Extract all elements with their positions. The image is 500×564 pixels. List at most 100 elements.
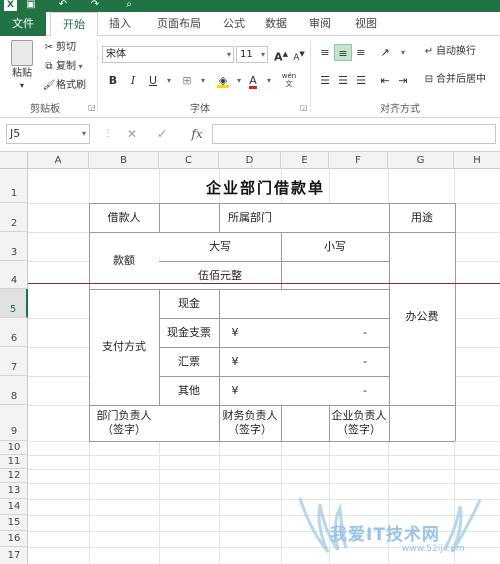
insert-function-button[interactable]: fx bbox=[186, 126, 208, 142]
font-size-combo[interactable]: 11 ▾ bbox=[236, 46, 268, 63]
merge-center-button[interactable]: ⊟ 合并后居中 bbox=[422, 72, 486, 88]
format-painter-button[interactable]: 🖌格式刷 bbox=[42, 78, 86, 94]
print-preview-icon[interactable]: ⌕ bbox=[122, 0, 136, 12]
column-header-h[interactable]: H bbox=[454, 152, 500, 169]
column-header-b[interactable]: B bbox=[89, 152, 159, 169]
merge-cells-icon: ⊟ bbox=[424, 74, 434, 85]
amount-uppercase-value[interactable]: 伍佰元整 bbox=[159, 269, 281, 282]
bold-button[interactable]: B bbox=[104, 72, 122, 89]
align-center-button[interactable]: ☰ bbox=[334, 72, 352, 89]
row-header-5[interactable]: 5 bbox=[0, 289, 28, 318]
column-header-c[interactable]: C bbox=[159, 152, 219, 169]
row-header-7[interactable]: 7 bbox=[0, 347, 28, 376]
chevron-down-icon[interactable]: ▾ bbox=[160, 72, 178, 89]
row-header-17[interactable]: 17 bbox=[0, 547, 28, 564]
enter-icon[interactable]: ✓ bbox=[154, 126, 170, 142]
row-header-6[interactable]: 6 bbox=[0, 318, 28, 347]
chevron-down-icon[interactable]: ▾ bbox=[394, 44, 412, 61]
column-header-a[interactable]: A bbox=[28, 152, 89, 169]
formula-input[interactable] bbox=[212, 124, 496, 144]
cut-button[interactable]: ✂ 剪切 bbox=[42, 40, 76, 56]
column-header-g[interactable]: G bbox=[388, 152, 454, 169]
clipboard-icon bbox=[11, 40, 33, 66]
tab-review[interactable]: 审阅 bbox=[300, 12, 340, 36]
wrap-text-button[interactable]: ↵ 自动换行 bbox=[422, 44, 476, 60]
row-header-13[interactable]: 13 bbox=[0, 483, 28, 499]
phonetic-guide-button[interactable]: wén 文 bbox=[280, 72, 298, 89]
undo-icon[interactable]: ↶ bbox=[56, 0, 70, 12]
row-header-3[interactable]: 3 bbox=[0, 232, 28, 261]
save-icon[interactable]: ▣ bbox=[24, 0, 38, 12]
chevron-down-icon[interactable]: ▾ bbox=[194, 72, 212, 89]
grow-font-button[interactable]: A▲ bbox=[272, 46, 290, 64]
copy-icon: ⧉ bbox=[45, 61, 53, 72]
cash-check-label: 现金支票 bbox=[167, 326, 211, 339]
row-header-1[interactable]: 1 bbox=[0, 169, 28, 203]
paint-bucket-icon: ◈ bbox=[217, 74, 229, 88]
gridline bbox=[28, 455, 500, 456]
column-headers: A B C D E F G H bbox=[0, 152, 500, 169]
increase-indent-button[interactable]: ⇥ bbox=[394, 72, 412, 89]
tab-formulas[interactable]: 公式 bbox=[214, 12, 254, 36]
tab-page-layout[interactable]: 页面布局 bbox=[146, 12, 212, 36]
font-name-combo[interactable]: 宋体 ▾ bbox=[102, 46, 234, 63]
orientation-icon[interactable]: ↗ bbox=[376, 44, 394, 61]
form-border bbox=[89, 441, 455, 442]
excel-app-icon[interactable]: X bbox=[4, 0, 17, 11]
align-left-button[interactable]: ☰ bbox=[316, 72, 334, 89]
tab-data[interactable]: 数据 bbox=[256, 12, 296, 36]
finance-head-sign: （签字） bbox=[228, 423, 272, 436]
gridline bbox=[28, 483, 500, 484]
form-border bbox=[89, 203, 455, 204]
chevron-down-icon: ▾ bbox=[19, 81, 24, 90]
scissors-icon: ✂ bbox=[44, 42, 54, 53]
column-header-e[interactable]: E bbox=[281, 152, 329, 169]
borrower-label: 借款人 bbox=[107, 211, 141, 224]
row-header-15[interactable]: 15 bbox=[0, 515, 28, 531]
column-header-f[interactable]: F bbox=[329, 152, 388, 169]
row-header-10[interactable]: 10 bbox=[0, 441, 28, 455]
yen-symbol: ¥ bbox=[231, 384, 239, 397]
row-header-16[interactable]: 16 bbox=[0, 531, 28, 547]
row-header-8[interactable]: 8 bbox=[0, 376, 28, 405]
company-head-label: 企业负责人 bbox=[331, 409, 387, 422]
yen-symbol: ¥ bbox=[231, 355, 239, 368]
row-header-12[interactable]: 12 bbox=[0, 469, 28, 483]
italic-button[interactable]: I bbox=[124, 72, 142, 89]
row-header-2[interactable]: 2 bbox=[0, 203, 28, 232]
form-border bbox=[89, 203, 90, 441]
clipboard-launcher-icon[interactable]: ◲ bbox=[88, 103, 96, 112]
tab-home[interactable]: 开始 bbox=[50, 12, 98, 37]
cancel-icon[interactable]: ✕ bbox=[124, 126, 140, 142]
align-top-button[interactable]: ≡ bbox=[316, 44, 334, 61]
decrease-indent-button[interactable]: ⇤ bbox=[376, 72, 394, 89]
copy-button[interactable]: ⧉ 复制 ▾ bbox=[42, 59, 82, 75]
form-border bbox=[281, 405, 282, 441]
name-box[interactable]: J5 ▾ bbox=[6, 124, 90, 144]
form-border bbox=[89, 232, 455, 233]
yen-symbol: ¥ bbox=[231, 326, 239, 339]
align-bottom-button[interactable]: ≡ bbox=[352, 44, 370, 61]
align-right-button[interactable]: ☰ bbox=[352, 72, 370, 89]
chevron-down-icon: ▾ bbox=[260, 50, 265, 59]
tab-insert[interactable]: 插入 bbox=[100, 12, 140, 36]
lowercase-label: 小写 bbox=[324, 240, 346, 253]
site-watermark: 我爱IT技术网 www.52ij.com bbox=[280, 490, 500, 564]
tab-file[interactable]: 文件 bbox=[0, 12, 46, 36]
row-header-14[interactable]: 14 bbox=[0, 499, 28, 515]
row-header-9[interactable]: 9 bbox=[0, 405, 28, 441]
align-middle-button[interactable]: ≡ bbox=[334, 44, 352, 61]
purpose-value[interactable]: 办公费 bbox=[389, 310, 455, 323]
redo-icon[interactable]: ↷ bbox=[88, 0, 102, 12]
column-header-d[interactable]: D bbox=[219, 152, 281, 169]
font-launcher-icon[interactable]: ◲ bbox=[300, 103, 308, 112]
select-all-corner[interactable] bbox=[0, 152, 28, 169]
paste-button[interactable]: 粘贴 ▾ bbox=[6, 40, 38, 90]
chevron-down-icon[interactable]: ▾ bbox=[260, 72, 278, 89]
row-header-11[interactable]: 11 bbox=[0, 455, 28, 469]
tab-view[interactable]: 视图 bbox=[346, 12, 386, 36]
shrink-font-button[interactable]: A▼ bbox=[290, 46, 308, 63]
ribbon-home: 粘贴 ▾ ✂ 剪切 ⧉ 复制 ▾ 🖌格式刷 剪贴板 ◲ 宋体 ▾ 11 ▾ A▲ A▼ … bbox=[0, 36, 500, 118]
row-header-4[interactable]: 4 bbox=[0, 261, 28, 289]
dash-value: - bbox=[363, 355, 367, 368]
